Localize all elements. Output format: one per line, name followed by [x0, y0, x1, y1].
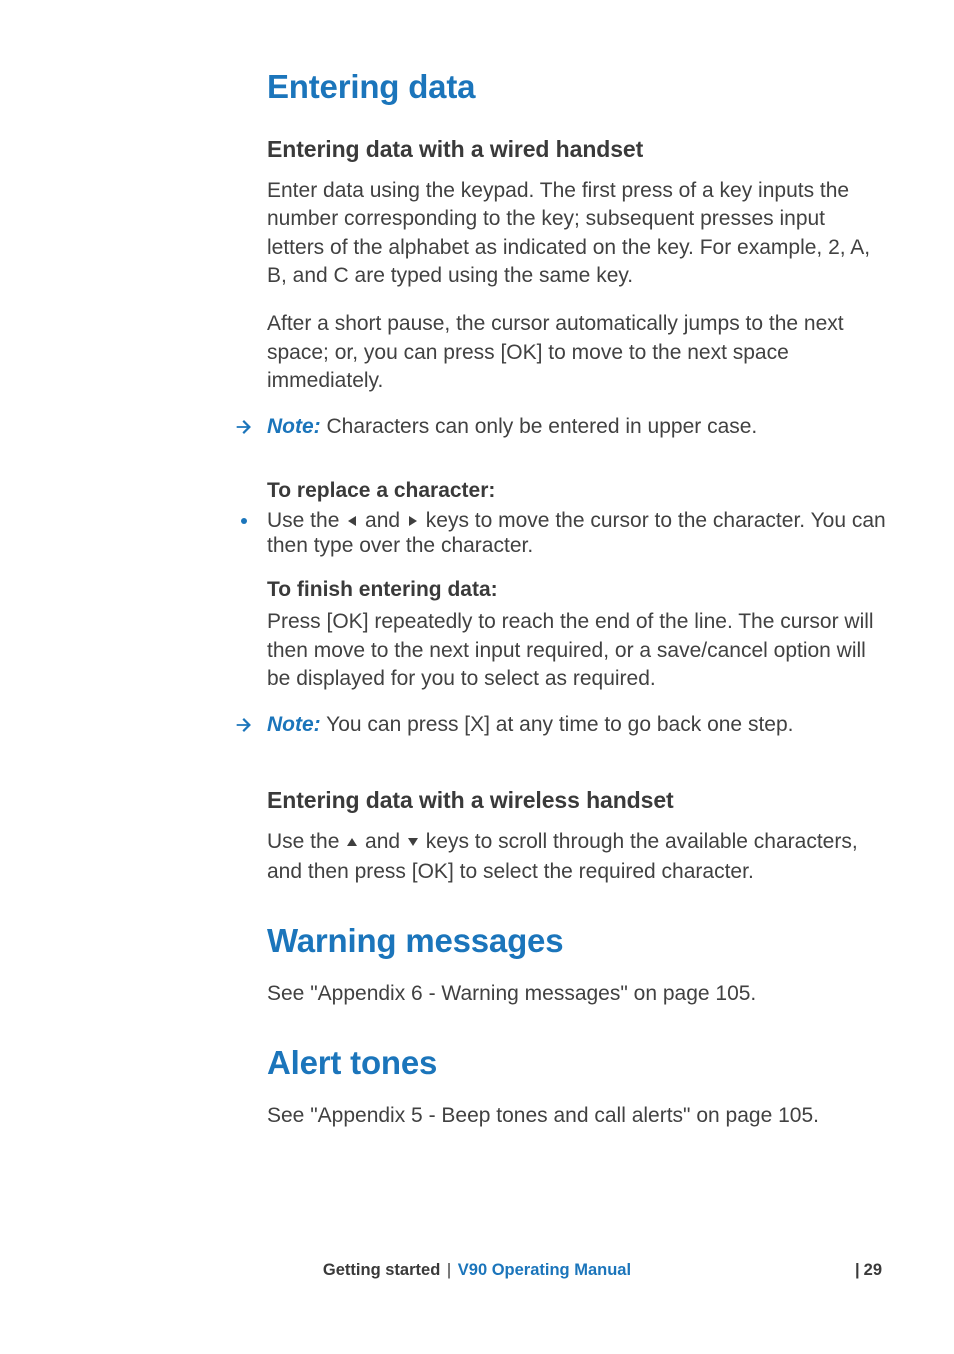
text-fragment: and: [359, 830, 406, 853]
text-fragment: Use the: [267, 509, 345, 532]
note-body: You can press [X] at any time to go back…: [321, 713, 794, 736]
triangle-up-icon: [345, 829, 359, 857]
note-uppercase: Note: Characters can only be entered in …: [267, 415, 887, 439]
para-wireless: Use the and keys to scroll through the a…: [267, 828, 887, 886]
triangle-right-icon: [406, 510, 420, 534]
para-warning-ref: See "Appendix 6 - Warning messages" on p…: [267, 980, 887, 1008]
heading-wired-handset: Entering data with a wired handset: [267, 136, 887, 163]
page: Entering data Entering data with a wired…: [0, 0, 954, 1354]
footer-separator: |: [445, 1261, 453, 1279]
arrow-right-icon: [233, 416, 255, 438]
note-go-back: Note: You can press [X] at any time to g…: [267, 713, 887, 737]
heading-wireless-handset: Entering data with a wireless handset: [267, 787, 887, 814]
text-fragment: and: [359, 509, 406, 532]
page-number: |29: [855, 1261, 882, 1280]
arrow-right-icon: [233, 714, 255, 736]
heading-alert-tones: Alert tones: [267, 1044, 887, 1082]
triangle-down-icon: [406, 829, 420, 857]
triangle-left-icon: [345, 510, 359, 534]
footer-section: Getting started: [323, 1261, 440, 1279]
page-number-bar: |: [855, 1261, 864, 1279]
heading-entering-data: Entering data: [267, 68, 887, 106]
note-text: Note: Characters can only be entered in …: [267, 415, 757, 438]
text-fragment: Use the: [267, 830, 345, 853]
heading-replace-char: To replace a character:: [267, 479, 887, 503]
note-text: Note: You can press [X] at any time to g…: [267, 713, 793, 736]
footer: Getting started | V90 Operating Manual: [0, 1261, 954, 1280]
note-label: Note:: [267, 713, 321, 736]
note-label: Note:: [267, 415, 321, 438]
bullet-replace: Use the and keys to move the cursor to t…: [267, 509, 887, 558]
heading-finish-data: To finish entering data:: [267, 578, 887, 602]
heading-warning-messages: Warning messages: [267, 922, 887, 960]
bullet-icon: [241, 518, 247, 524]
content-column: Entering data Entering data with a wired…: [267, 68, 887, 1151]
page-number-value: 29: [864, 1261, 882, 1279]
para-enter-keypad: Enter data using the keypad. The first p…: [267, 177, 887, 290]
footer-doc-name: V90 Operating Manual: [458, 1261, 631, 1279]
note-body: Characters can only be entered in upper …: [321, 415, 758, 438]
para-cursor-jump: After a short pause, the cursor automati…: [267, 310, 887, 395]
para-finish: Press [OK] repeatedly to reach the end o…: [267, 608, 887, 693]
bullet-text: Use the and keys to move the cursor to t…: [267, 509, 886, 557]
para-alert-ref: See "Appendix 5 - Beep tones and call al…: [267, 1102, 887, 1130]
